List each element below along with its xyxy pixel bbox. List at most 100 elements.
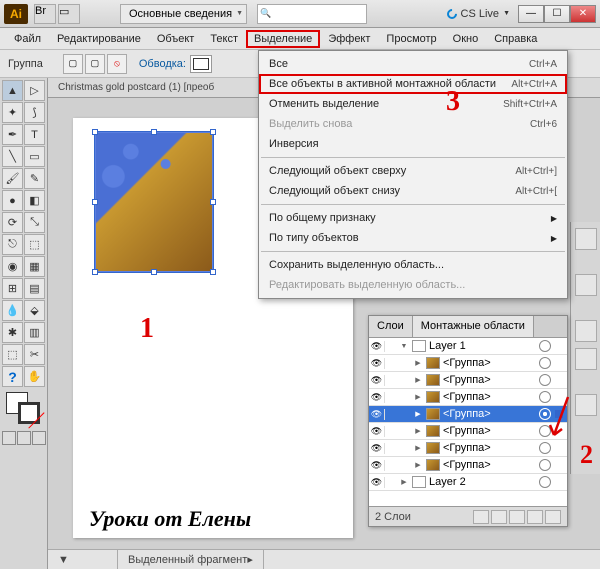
minimize-button[interactable]: — (518, 5, 544, 23)
color-mode-normal[interactable] (2, 431, 16, 445)
layers-list[interactable]: 👁▼Layer 1👁▶<Группа>👁▶<Группа>👁▶<Группа>👁… (369, 338, 567, 506)
disclosure-icon[interactable]: ▶ (413, 461, 423, 469)
disclosure-icon[interactable]: ▶ (413, 393, 423, 401)
layer-name[interactable]: <Группа> (443, 357, 535, 369)
stroke-weight[interactable] (190, 55, 212, 73)
layer-name[interactable]: Layer 1 (429, 340, 535, 352)
paintbrush-tool[interactable]: 🖌 (2, 168, 23, 189)
dock-expand-icon[interactable] (575, 228, 597, 250)
target-icon[interactable] (539, 459, 551, 471)
hand-tool[interactable]: ✋ (24, 366, 45, 387)
layer-row[interactable]: 👁 ▶ <Группа> (369, 457, 567, 474)
visibility-icon[interactable]: 👁 (369, 460, 385, 471)
bridge-button[interactable]: Br (34, 4, 56, 24)
disclosure-icon[interactable]: ▶ (413, 444, 423, 452)
menu-help[interactable]: Справка (486, 30, 545, 48)
eraser-tool[interactable]: ◧ (24, 190, 45, 211)
layer-new-sublayer-icon[interactable] (509, 510, 525, 524)
tab-artboards[interactable]: Монтажные области (413, 316, 534, 337)
menu-select[interactable]: Выделение (246, 30, 320, 48)
perspective-tool[interactable]: ▦ (24, 256, 45, 277)
menu-edit[interactable]: Редактирование (49, 30, 149, 48)
slice-tool[interactable]: ✂ (24, 344, 45, 365)
layer-name[interactable]: <Группа> (443, 459, 535, 471)
layer-row[interactable]: 👁▶<Группа> (369, 440, 567, 457)
visibility-icon[interactable]: 👁 (369, 341, 385, 352)
line-tool[interactable]: ╲ (2, 146, 23, 167)
mesh-tool[interactable]: ⊞ (2, 278, 23, 299)
pen-tool[interactable]: ✒ (2, 124, 23, 145)
help-tool[interactable]: ? (2, 366, 23, 387)
menu-item[interactable]: Следующий объект снизуAlt+Ctrl+[ (259, 181, 567, 201)
menu-item[interactable]: Инверсия (259, 134, 567, 154)
menu-item[interactable]: По общему признаку▶ (259, 208, 567, 228)
gradient-tool[interactable]: ▤ (24, 278, 45, 299)
visibility-icon[interactable]: 👁 (369, 409, 385, 420)
menu-type[interactable]: Текст (202, 30, 246, 48)
disclosure-icon[interactable]: ▶ (413, 410, 423, 418)
disclosure-icon[interactable]: ▶ (413, 427, 423, 435)
direct-selection-tool[interactable]: ▷ (24, 80, 45, 101)
magic-wand-tool[interactable]: ✦ (2, 102, 23, 123)
menu-item[interactable]: ВсеCtrl+A (259, 54, 567, 74)
type-tool[interactable]: T (24, 124, 45, 145)
dock-color-icon[interactable] (575, 274, 597, 296)
disclosure-icon[interactable]: ▶ (413, 359, 423, 367)
layer-new-icon[interactable] (527, 510, 543, 524)
fill-swatch[interactable]: ▢ (63, 54, 83, 74)
graph-tool[interactable]: ▥ (24, 322, 45, 343)
lasso-tool[interactable]: ⟆ (24, 102, 45, 123)
artboard-tool[interactable]: ⬚ (2, 344, 23, 365)
layer-name[interactable]: <Группа> (443, 408, 535, 420)
menu-item[interactable]: Отменить выделениеShift+Ctrl+A (259, 94, 567, 114)
symbol-sprayer-tool[interactable]: ✱ (2, 322, 23, 343)
layer-row[interactable]: 👁 ▶ <Группа> (369, 355, 567, 372)
layer-name[interactable]: Layer 2 (429, 476, 535, 488)
stroke-swatch[interactable]: ▢ (85, 54, 105, 74)
color-mode-gradient[interactable] (17, 431, 31, 445)
color-mode-none[interactable] (32, 431, 46, 445)
visibility-icon[interactable]: 👁 (369, 426, 385, 437)
visibility-icon[interactable]: 👁 (369, 477, 385, 488)
layer-name[interactable]: <Группа> (443, 442, 535, 454)
rectangle-tool[interactable]: ▭ (24, 146, 45, 167)
menu-item[interactable]: Сохранить выделенную область... (259, 255, 567, 275)
dock-stroke-icon[interactable] (575, 348, 597, 370)
maximize-button[interactable]: ☐ (544, 5, 570, 23)
fill-stroke-control[interactable] (2, 392, 45, 428)
visibility-icon[interactable]: 👁 (369, 375, 385, 386)
arrange-button[interactable]: ▭ (58, 4, 80, 24)
layer-row[interactable]: 👁▶Layer 2 (369, 474, 567, 491)
blob-brush-tool[interactable]: ● (2, 190, 23, 211)
layer-delete-icon[interactable] (545, 510, 561, 524)
target-icon[interactable] (539, 357, 551, 369)
layer-name[interactable]: <Группа> (443, 391, 535, 403)
layer-name[interactable]: <Группа> (443, 425, 535, 437)
close-button[interactable]: ✕ (570, 5, 596, 23)
target-icon[interactable] (539, 340, 551, 352)
menu-item[interactable]: По типу объектов▶ (259, 228, 567, 248)
tab-layers[interactable]: Слои (369, 316, 413, 337)
blend-tool[interactable]: ⬙ (24, 300, 45, 321)
layer-clip-icon[interactable] (491, 510, 507, 524)
visibility-icon[interactable]: 👁 (369, 392, 385, 403)
dock-swatches-icon[interactable] (575, 320, 597, 342)
layer-name[interactable]: <Группа> (443, 374, 535, 386)
layer-locate-icon[interactable] (473, 510, 489, 524)
menu-object[interactable]: Объект (149, 30, 202, 48)
free-transform-tool[interactable]: ⬚ (24, 234, 45, 255)
visibility-icon[interactable]: 👁 (369, 358, 385, 369)
target-icon[interactable] (539, 476, 551, 488)
zoom-level[interactable]: ▼ (48, 550, 118, 569)
selected-artwork[interactable] (95, 132, 213, 272)
menu-effect[interactable]: Эффект (320, 30, 378, 48)
width-tool[interactable]: ⎋ (2, 234, 23, 255)
layer-row[interactable]: 👁▶<Группа> (369, 372, 567, 389)
stroke-color[interactable] (18, 402, 40, 424)
no-fill-icon[interactable]: ⦸ (107, 54, 127, 74)
layer-row[interactable]: 👁 ▶ <Группа> (369, 389, 567, 406)
pencil-tool[interactable]: ✎ (24, 168, 45, 189)
selection-tool[interactable]: ▲ (2, 80, 23, 101)
menu-file[interactable]: Файл (6, 30, 49, 48)
layer-row[interactable]: 👁 ▶ <Группа> (369, 423, 567, 440)
